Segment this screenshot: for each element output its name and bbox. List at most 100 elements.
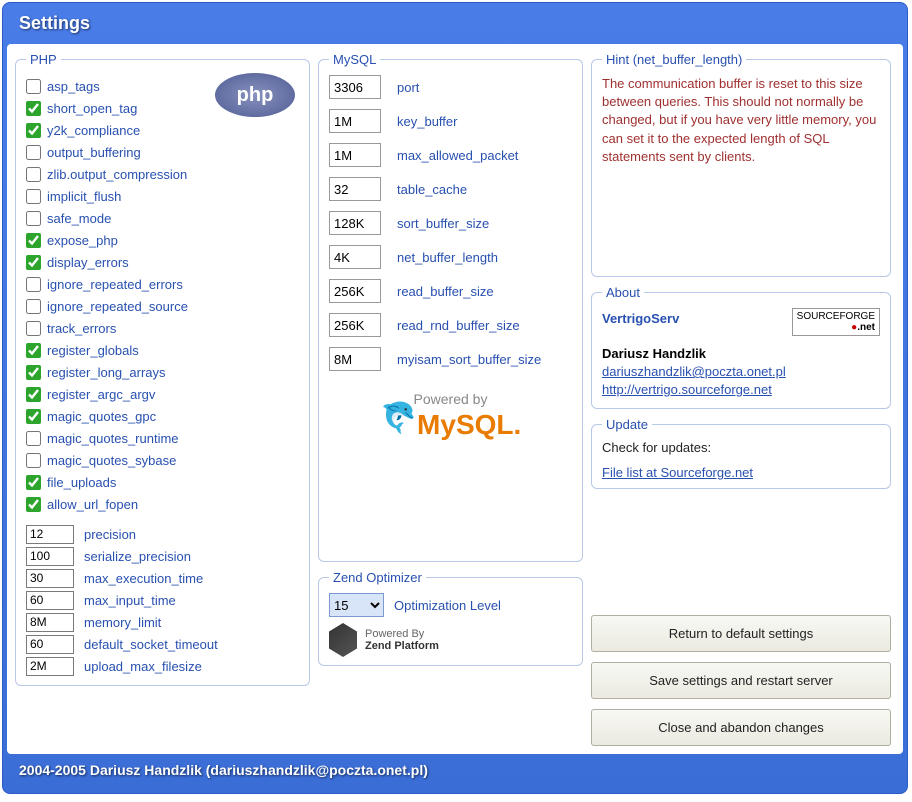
- label-port: port: [397, 80, 419, 95]
- optimization-level-select[interactable]: 15: [329, 593, 384, 617]
- label-magic-quotes-sybase: magic_quotes_sybase: [47, 453, 176, 468]
- checkbox-magic-quotes-gpc[interactable]: [26, 409, 41, 424]
- input-sort-buffer-size[interactable]: [329, 211, 381, 235]
- optimization-level-label: Optimization Level: [394, 598, 501, 613]
- checkbox-asp-tags[interactable]: [26, 79, 41, 94]
- php-check-zlib-output-compression: zlib.output_compression: [26, 163, 299, 185]
- checkbox-track-errors[interactable]: [26, 321, 41, 336]
- checkbox-ignore-repeated-source[interactable]: [26, 299, 41, 314]
- checkbox-register-globals[interactable]: [26, 343, 41, 358]
- window-title: Settings: [7, 7, 903, 44]
- php-group: PHP php asp_tagsshort_open_tagy2k_compli…: [15, 52, 310, 686]
- php-check-ignore-repeated-source: ignore_repeated_source: [26, 295, 299, 317]
- sourceforge-logo-icon: SOURCEFORGE ●.net: [792, 308, 880, 336]
- update-group: Update Check for updates: File list at S…: [591, 417, 891, 489]
- label-safe-mode: safe_mode: [47, 211, 111, 226]
- php-check-magic-quotes-gpc: magic_quotes_gpc: [26, 405, 299, 427]
- label-upload-max-filesize: upload_max_filesize: [84, 659, 202, 674]
- input-memory-limit[interactable]: [26, 613, 74, 632]
- php-text-precision: precision: [26, 523, 299, 545]
- checkbox-magic-quotes-sybase[interactable]: [26, 453, 41, 468]
- php-check-display-errors: display_errors: [26, 251, 299, 273]
- input-key-buffer[interactable]: [329, 109, 381, 133]
- checkbox-display-errors[interactable]: [26, 255, 41, 270]
- php-check-magic-quotes-sybase: magic_quotes_sybase: [26, 449, 299, 471]
- project-url-link[interactable]: http://vertrigo.sourceforge.net: [602, 382, 772, 397]
- update-legend: Update: [602, 417, 652, 432]
- php-check-output-buffering: output_buffering: [26, 141, 299, 163]
- label-max-execution-time: max_execution_time: [84, 571, 203, 586]
- input-read-rnd-buffer-size[interactable]: [329, 313, 381, 337]
- checkbox-safe-mode[interactable]: [26, 211, 41, 226]
- php-text-serialize-precision: serialize_precision: [26, 545, 299, 567]
- input-myisam-sort-buffer-size[interactable]: [329, 347, 381, 371]
- checkbox-output-buffering[interactable]: [26, 145, 41, 160]
- input-read-buffer-size[interactable]: [329, 279, 381, 303]
- return-defaults-button[interactable]: Return to default settings: [591, 615, 891, 652]
- zend-legend: Zend Optimizer: [329, 570, 426, 585]
- label-max-allowed-packet: max_allowed_packet: [397, 148, 518, 163]
- hint-legend: Hint (net_buffer_length): [602, 52, 746, 67]
- checkbox-y2k-compliance[interactable]: [26, 123, 41, 138]
- input-table-cache[interactable]: [329, 177, 381, 201]
- label-ignore-repeated-source: ignore_repeated_source: [47, 299, 188, 314]
- label-key-buffer: key_buffer: [397, 114, 457, 129]
- label-myisam-sort-buffer-size: myisam_sort_buffer_size: [397, 352, 541, 367]
- checkbox-ignore-repeated-errors[interactable]: [26, 277, 41, 292]
- checkbox-allow-url-fopen[interactable]: [26, 497, 41, 512]
- input-default-socket-timeout[interactable]: [26, 635, 74, 654]
- hint-text: The communication buffer is reset to thi…: [602, 75, 880, 166]
- update-link[interactable]: File list at Sourceforge.net: [602, 465, 753, 480]
- hint-group: Hint (net_buffer_length) The communicati…: [591, 52, 891, 277]
- input-precision[interactable]: [26, 525, 74, 544]
- zend-group: Zend Optimizer 15 Optimization Level Pow…: [318, 570, 583, 666]
- label-register-globals: register_globals: [47, 343, 139, 358]
- checkbox-implicit-flush[interactable]: [26, 189, 41, 204]
- label-magic-quotes-gpc: magic_quotes_gpc: [47, 409, 156, 424]
- label-short-open-tag: short_open_tag: [47, 101, 137, 116]
- mysql-row-net-buffer-length: net_buffer_length: [329, 245, 572, 269]
- mysql-row-table-cache: table_cache: [329, 177, 572, 201]
- label-read-rnd-buffer-size: read_rnd_buffer_size: [397, 318, 520, 333]
- label-table-cache: table_cache: [397, 182, 467, 197]
- zend-logo-icon: Powered By Zend Platform: [329, 623, 572, 657]
- label-serialize-precision: serialize_precision: [84, 549, 191, 564]
- input-max-execution-time[interactable]: [26, 569, 74, 588]
- php-text-max-execution-time: max_execution_time: [26, 567, 299, 589]
- content-area: PHP php asp_tagsshort_open_tagy2k_compli…: [7, 44, 903, 754]
- checkbox-zlib-output-compression[interactable]: [26, 167, 41, 182]
- input-upload-max-filesize[interactable]: [26, 657, 74, 676]
- php-check-implicit-flush: implicit_flush: [26, 185, 299, 207]
- mysql-row-key-buffer: key_buffer: [329, 109, 572, 133]
- php-check-ignore-repeated-errors: ignore_repeated_errors: [26, 273, 299, 295]
- php-check-allow-url-fopen: allow_url_fopen: [26, 493, 299, 515]
- checkbox-short-open-tag[interactable]: [26, 101, 41, 116]
- input-serialize-precision[interactable]: [26, 547, 74, 566]
- save-restart-button[interactable]: Save settings and restart server: [591, 662, 891, 699]
- mysql-row-max-allowed-packet: max_allowed_packet: [329, 143, 572, 167]
- input-max-allowed-packet[interactable]: [329, 143, 381, 167]
- input-port[interactable]: [329, 75, 381, 99]
- checkbox-magic-quotes-runtime[interactable]: [26, 431, 41, 446]
- settings-window: Settings PHP php asp_tagsshort_open_tagy…: [2, 2, 908, 794]
- mysql-legend: MySQL: [329, 52, 380, 67]
- php-check-magic-quotes-runtime: magic_quotes_runtime: [26, 427, 299, 449]
- checkbox-expose-php[interactable]: [26, 233, 41, 248]
- php-check-file-uploads: file_uploads: [26, 471, 299, 493]
- input-net-buffer-length[interactable]: [329, 245, 381, 269]
- php-check-register-globals: register_globals: [26, 339, 299, 361]
- input-max-input-time[interactable]: [26, 591, 74, 610]
- php-check-y2k-compliance: y2k_compliance: [26, 119, 299, 141]
- mysql-group: MySQL port key_buffer max_allowed_packetta…: [318, 52, 583, 562]
- checkbox-register-long-arrays[interactable]: [26, 365, 41, 380]
- about-legend: About: [602, 285, 644, 300]
- php-logo-icon: php: [215, 73, 295, 117]
- author-email-link[interactable]: dariuszhandzlik@poczta.onet.pl: [602, 364, 786, 379]
- checkbox-file-uploads[interactable]: [26, 475, 41, 490]
- label-read-buffer-size: read_buffer_size: [397, 284, 494, 299]
- close-abandon-button[interactable]: Close and abandon changes: [591, 709, 891, 746]
- php-check-expose-php: expose_php: [26, 229, 299, 251]
- about-group: About SOURCEFORGE ●.net VertrigoServ Dar…: [591, 285, 891, 409]
- label-register-argc-argv: register_argc_argv: [47, 387, 155, 402]
- checkbox-register-argc-argv[interactable]: [26, 387, 41, 402]
